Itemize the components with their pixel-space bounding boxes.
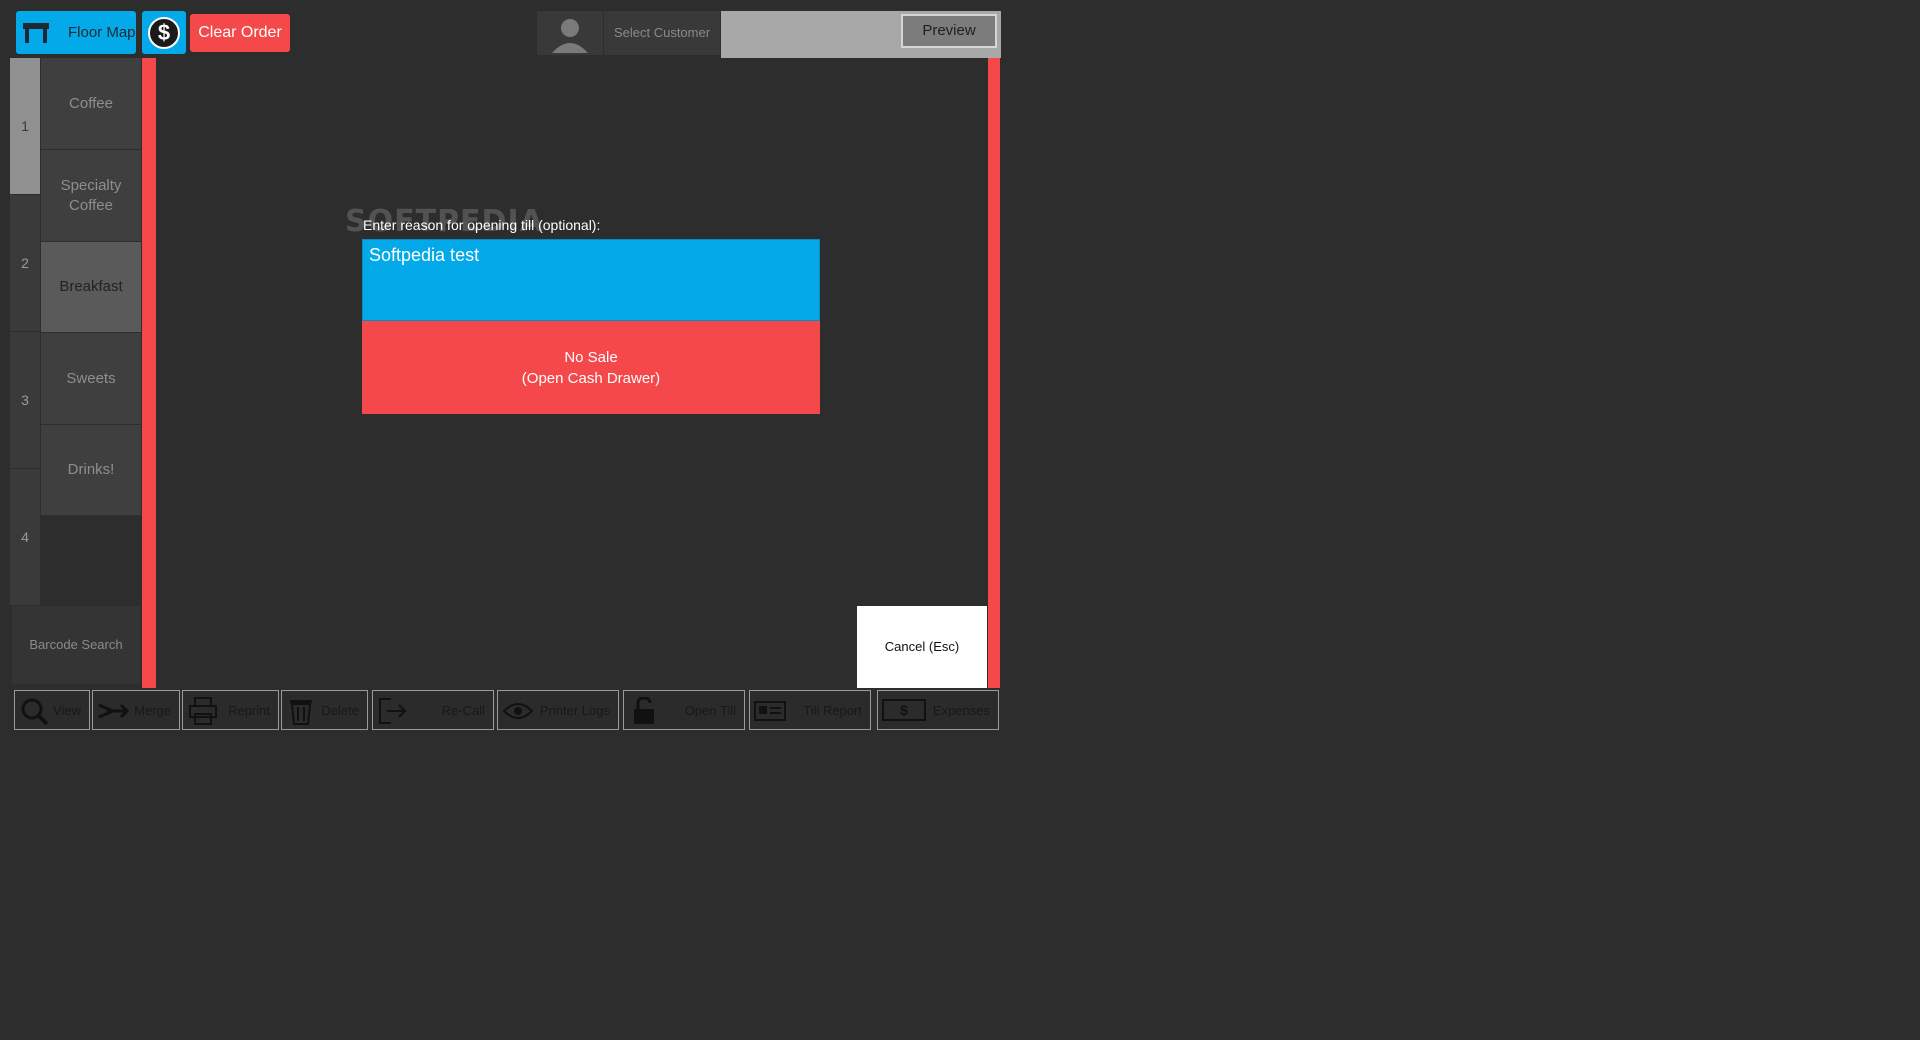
no-sale-line2: (Open Cash Drawer): [521, 369, 661, 387]
printer-logs-label: Printer Logs: [539, 703, 610, 718]
table-icon: [23, 23, 49, 43]
page-tab-3[interactable]: 3: [10, 332, 40, 469]
unlock-icon: [634, 697, 654, 724]
exit-arrow-icon: [379, 698, 407, 724]
floor-map-label: Floor Map: [68, 24, 136, 41]
recall-label: Re-Call: [441, 703, 485, 718]
open-till-label: Open Till: [684, 703, 736, 718]
search-icon: [21, 698, 49, 725]
cancel-button[interactable]: Cancel (Esc): [857, 606, 987, 688]
merge-arrow-icon: [98, 703, 129, 719]
expenses-label: Expenses: [932, 703, 990, 718]
floor-map-button[interactable]: Floor Map: [16, 11, 136, 54]
open-till-button[interactable]: Open Till: [623, 690, 745, 730]
printer-logs-button[interactable]: Printer Logs: [497, 690, 619, 730]
category-specialty-coffee-label: Specialty Coffee: [60, 176, 122, 214]
category-sweets[interactable]: Sweets: [41, 333, 141, 425]
cash-icon: $: [882, 699, 926, 721]
page-tabs: 1 2 3 4: [10, 58, 40, 606]
expenses-button[interactable]: $ Expenses: [877, 690, 999, 730]
merge-button[interactable]: Merge: [92, 690, 180, 730]
dollar-icon: $: [148, 17, 180, 49]
reprint-label: Reprint: [228, 703, 270, 718]
preview-button[interactable]: Preview: [901, 14, 997, 48]
delete-button[interactable]: Delete: [281, 690, 368, 730]
merge-label: Merge: [134, 703, 171, 718]
category-list: Coffee Specialty Coffee Breakfast Sweets…: [41, 58, 141, 606]
till-report-button[interactable]: Till Report: [749, 690, 871, 730]
payment-button[interactable]: $: [142, 11, 186, 54]
barcode-search-button[interactable]: Barcode Search: [12, 606, 140, 684]
reason-input[interactable]: Softpedia test: [362, 239, 820, 321]
category-drinks[interactable]: Drinks!: [41, 425, 141, 516]
category-specialty-coffee[interactable]: Specialty Coffee: [41, 150, 141, 242]
no-sale-line1: No Sale: [564, 348, 618, 366]
order-frame-left: [142, 58, 156, 688]
eye-icon: [502, 703, 534, 719]
no-sale-button[interactable]: No Sale (Open Cash Drawer): [362, 321, 820, 414]
till-report-label: Till Report: [803, 703, 862, 718]
user-icon: [552, 19, 588, 53]
clear-order-button[interactable]: Clear Order: [190, 14, 290, 52]
recall-button[interactable]: Re-Call: [372, 690, 494, 730]
order-frame-right: [988, 58, 1000, 688]
customer-avatar-button[interactable]: [537, 11, 603, 55]
delete-label: Delete: [321, 703, 359, 718]
page-tab-2[interactable]: 2: [10, 195, 40, 332]
select-customer-button[interactable]: Select Customer: [604, 11, 720, 55]
view-label: View: [53, 703, 81, 718]
report-card-icon: [754, 701, 786, 721]
category-breakfast[interactable]: Breakfast: [41, 242, 141, 333]
category-coffee[interactable]: Coffee: [41, 58, 141, 150]
page-tab-4[interactable]: 4: [10, 469, 40, 606]
open-till-prompt: Enter reason for opening till (optional)…: [363, 217, 601, 233]
printer-icon: [189, 697, 217, 725]
trash-icon: [290, 700, 312, 725]
page-tab-1[interactable]: 1: [10, 58, 40, 195]
view-button[interactable]: View: [14, 690, 90, 730]
reprint-button[interactable]: Reprint: [182, 690, 279, 730]
